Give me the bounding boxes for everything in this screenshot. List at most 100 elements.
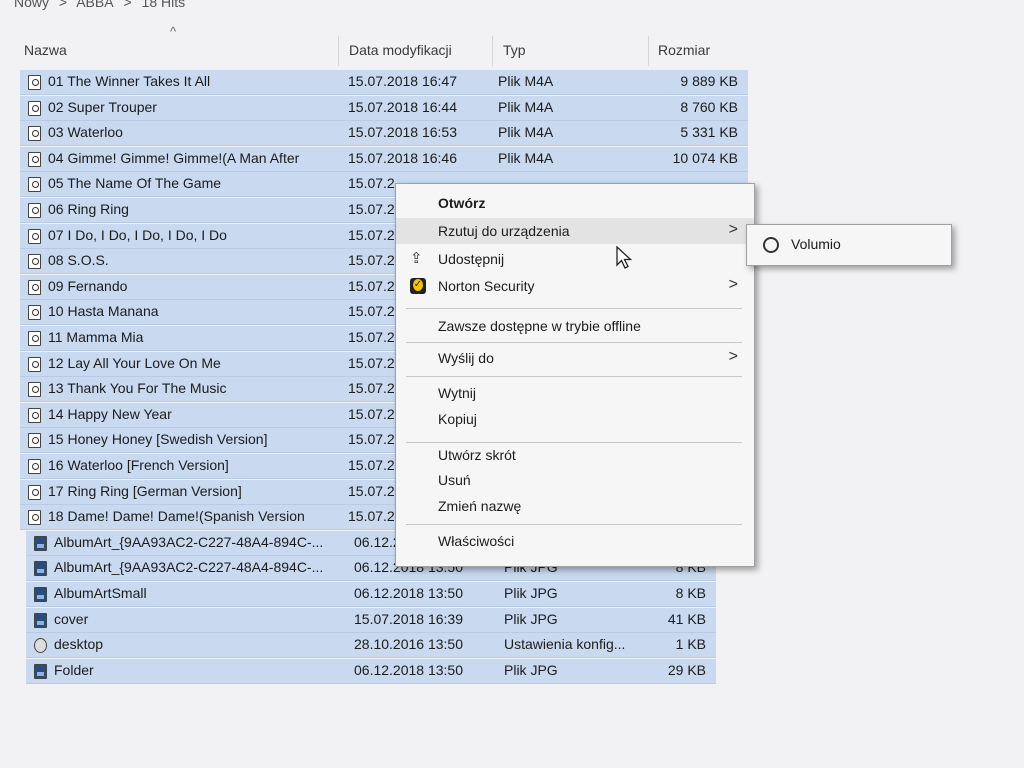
file-name: 10 Hasta Manana: [48, 303, 159, 320]
file-date: 15.07.2: [348, 380, 395, 397]
file-name: 15 Honey Honey [Swedish Version]: [48, 431, 268, 448]
file-name: AlbumArtSmall: [54, 585, 147, 601]
mouse-cursor-icon: [616, 246, 633, 269]
menu-item-label: Wytnij: [438, 385, 476, 401]
menu-item-cast-to-device[interactable]: Rzutuj do urządzenia >: [396, 218, 754, 244]
menu-item-open[interactable]: Otwórz: [396, 190, 754, 216]
music-file-icon: [28, 407, 41, 423]
file-date: 15.07.2: [348, 482, 395, 499]
file-date: 15.07.2018 16:47: [348, 73, 457, 89]
image-file-icon: [34, 561, 47, 577]
music-file-icon: [28, 459, 41, 474]
file-type: Plik M4A: [498, 149, 554, 166]
file-date: 15.07.2018 16:44: [348, 98, 457, 115]
file-row[interactable]: 01 The Winner Takes It All 15.07.2018 16:…: [20, 70, 748, 95]
breadcrumb-separator[interactable]: >: [123, 0, 131, 10]
breadcrumb: Nowy > ABBA > 18 Hits: [14, 0, 191, 10]
menu-item-cut[interactable]: Wytnij: [396, 380, 754, 406]
file-date: 15.07.2018 16:46: [348, 149, 457, 166]
chevron-right-icon: >: [728, 221, 738, 238]
file-row[interactable]: cover 15.07.2018 16:39 Plik JPG 41 KB: [26, 607, 716, 633]
file-row[interactable]: desktop 28.10.2016 13:50 Ustawienia konfig…: [26, 633, 716, 659]
music-file-icon: [28, 510, 41, 526]
column-divider[interactable]: [338, 36, 339, 66]
file-row[interactable]: 03 Waterloo 15.07.2018 16:53 Plik M4A 5 331…: [20, 121, 748, 147]
file-type: Plik M4A: [498, 124, 554, 141]
file-name: AlbumArt_{9AA93AC2-C227-48A4-894C-...: [54, 559, 324, 576]
music-file-icon: [28, 433, 41, 449]
column-divider[interactable]: [648, 36, 649, 66]
menu-item-always-available-offline[interactable]: Zawsze dostępne w trybie offline: [396, 313, 754, 339]
menu-item-label: Otwórz: [438, 195, 486, 211]
music-file-icon: [28, 126, 41, 142]
column-header-type[interactable]: Typ: [503, 42, 526, 58]
column-header-name[interactable]: Nazwa: [24, 42, 67, 58]
file-name: 01 The Winner Takes It All: [48, 73, 211, 89]
image-file-icon: [34, 663, 47, 679]
file-name: 06 Ring Ring: [48, 201, 129, 217]
menu-item-properties[interactable]: Właściwości: [396, 528, 754, 554]
menu-separator: [406, 524, 742, 525]
breadcrumb-separator[interactable]: >: [59, 0, 67, 10]
breadcrumb-item-abba[interactable]: ABBA: [76, 0, 113, 10]
file-size: 41 KB: [667, 610, 706, 627]
share-icon: ⇪: [410, 250, 423, 267]
music-file-icon: [28, 254, 41, 270]
file-date: 15.07.2018 16:53: [348, 124, 457, 141]
file-name: 16 Waterloo [French Version]: [48, 457, 229, 473]
menu-item-rename[interactable]: Zmień nazwę: [396, 493, 754, 519]
menu-item-label: Zmień nazwę: [438, 498, 522, 514]
file-size: 9 889 KB: [680, 73, 738, 89]
file-name: 11 Mamma Mia: [48, 329, 144, 345]
menu-separator: [406, 376, 742, 377]
music-file-icon: [28, 177, 41, 193]
menu-item-norton-security[interactable]: Norton Security >: [396, 273, 754, 299]
file-date: 15.07.2: [348, 354, 395, 371]
file-name: 17 Ring Ring [German Version]: [48, 482, 242, 499]
menu-item-share[interactable]: ⇪ Udostępnij: [396, 246, 754, 272]
file-row[interactable]: Folder 06.12.2018 13:50 Plik JPG 29 KB: [26, 658, 716, 684]
menu-item-label: Zawsze dostępne w trybie offline: [438, 318, 641, 334]
file-date: 15.07.2: [348, 329, 395, 345]
file-date: 15.07.2: [348, 303, 395, 320]
file-row[interactable]: 02 Super Trouper 15.07.2018 16:44 Plik M4A…: [20, 95, 748, 121]
file-date: 15.07.2: [348, 457, 395, 473]
file-type: Plik JPG: [504, 585, 558, 601]
file-size: 29 KB: [667, 661, 706, 678]
music-file-icon: [28, 484, 41, 500]
music-file-icon: [28, 100, 41, 116]
file-row[interactable]: AlbumArtSmall 06.12.2018 13:50 Plik JPG 8 K…: [26, 582, 716, 607]
menu-item-copy[interactable]: Kopiuj: [396, 406, 754, 432]
file-name: 07 I Do, I Do, I Do, I Do, I Do: [48, 226, 227, 243]
music-file-icon: [28, 382, 41, 398]
file-date: 15.07.2: [348, 201, 395, 217]
file-name: desktop: [54, 636, 104, 653]
chevron-right-icon: >: [728, 348, 738, 365]
breadcrumb-item-nowy[interactable]: Nowy: [14, 0, 49, 10]
submenu-item-volumio[interactable]: Volumio: [791, 236, 841, 252]
file-date: 28.10.2016 13:50: [354, 636, 463, 653]
music-file-icon: [28, 356, 41, 372]
file-date: 06.12.2018 13:50: [354, 661, 463, 678]
file-name: 04 Gimme! Gimme! Gimme!(A Man After: [48, 149, 300, 166]
menu-item-send-to[interactable]: Wyślij do >: [396, 345, 754, 371]
device-icon: [763, 237, 779, 253]
file-name: 14 Happy New Year: [48, 405, 172, 422]
file-name: 05 The Name Of The Game: [48, 175, 222, 192]
file-type: Plik M4A: [498, 73, 554, 89]
menu-item-delete[interactable]: Usuń: [396, 467, 754, 493]
file-name: 08 S.O.S.: [48, 252, 109, 269]
music-file-icon: [28, 305, 41, 321]
file-name: 13 Thank You For The Music: [48, 380, 227, 397]
breadcrumb-item-18-hits[interactable]: 18 Hits: [142, 0, 186, 10]
column-header-size[interactable]: Rozmiar: [658, 42, 710, 58]
file-date: 15.07.2: [348, 431, 395, 448]
column-divider[interactable]: [492, 36, 493, 66]
music-file-icon: [28, 331, 41, 346]
menu-item-label: Norton Security: [438, 278, 535, 294]
image-file-icon: [34, 535, 47, 551]
menu-item-label: Udostępnij: [438, 251, 505, 267]
column-header-date[interactable]: Data modyfikacji: [349, 42, 452, 58]
menu-item-create-shortcut[interactable]: Utwórz skrót: [396, 442, 754, 468]
file-row[interactable]: 04 Gimme! Gimme! Gimme!(A Man After 15.07…: [20, 146, 748, 172]
